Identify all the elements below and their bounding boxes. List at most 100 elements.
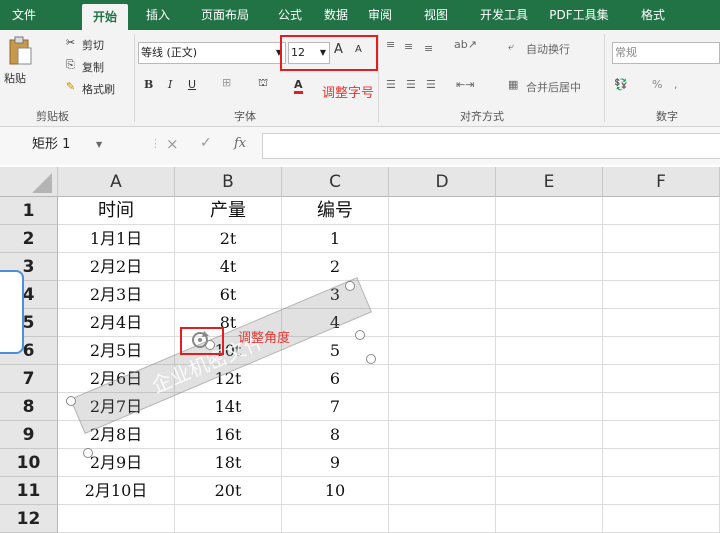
cell-a10[interactable]: 2月9日 bbox=[58, 449, 175, 477]
cell-e3[interactable] bbox=[496, 253, 603, 281]
cell-e11[interactable] bbox=[496, 477, 603, 505]
tab-review[interactable]: 审阅 bbox=[358, 0, 402, 30]
cell-c7[interactable]: 6 bbox=[282, 365, 389, 393]
cell-c10[interactable]: 9 bbox=[282, 449, 389, 477]
cell-a12[interactable] bbox=[58, 505, 175, 533]
column-header-f[interactable]: F bbox=[603, 167, 720, 197]
formula-input[interactable] bbox=[262, 133, 720, 159]
merge-center-button[interactable]: 合并后居中 bbox=[526, 79, 581, 95]
paste-button[interactable]: 粘贴 bbox=[4, 36, 36, 100]
cell-b12[interactable] bbox=[175, 505, 282, 533]
cell-f3[interactable] bbox=[603, 253, 720, 281]
column-header-d[interactable]: D bbox=[389, 167, 496, 197]
tab-file[interactable]: 文件 bbox=[0, 0, 48, 30]
wrap-text-button[interactable]: 自动换行 bbox=[526, 41, 570, 57]
underline-button[interactable]: U bbox=[188, 78, 196, 91]
cell-d9[interactable] bbox=[389, 421, 496, 449]
cell-e7[interactable] bbox=[496, 365, 603, 393]
cell-e4[interactable] bbox=[496, 281, 603, 309]
row-header[interactable]: 9 bbox=[0, 421, 58, 449]
row-header[interactable]: 11 bbox=[0, 477, 58, 505]
cell-e6[interactable] bbox=[496, 337, 603, 365]
tab-format[interactable]: 格式 bbox=[628, 0, 678, 30]
cell-f6[interactable] bbox=[603, 337, 720, 365]
cell-e12[interactable] bbox=[496, 505, 603, 533]
column-header-e[interactable]: E bbox=[496, 167, 603, 197]
resize-handle[interactable] bbox=[345, 281, 355, 291]
tab-developer[interactable]: 开发工具 bbox=[472, 0, 536, 30]
cell-c3[interactable]: 2 bbox=[282, 253, 389, 281]
cell-f5[interactable] bbox=[603, 309, 720, 337]
enter-icon[interactable]: ✓ bbox=[200, 135, 212, 151]
cell-c9[interactable]: 8 bbox=[282, 421, 389, 449]
copy-button[interactable]: 复制 bbox=[82, 59, 104, 75]
align-middle-icon[interactable]: ≡ bbox=[404, 40, 413, 53]
cell-a11[interactable]: 2月10日 bbox=[58, 477, 175, 505]
cell-d8[interactable] bbox=[389, 393, 496, 421]
cell-a4[interactable]: 2月3日 bbox=[58, 281, 175, 309]
cell-d10[interactable] bbox=[389, 449, 496, 477]
number-format-select[interactable]: 常规 bbox=[612, 42, 720, 64]
cell-f10[interactable] bbox=[603, 449, 720, 477]
font-color-icon[interactable]: A bbox=[294, 78, 303, 94]
align-right-icon[interactable]: ☰ bbox=[426, 78, 436, 91]
cell-c1[interactable]: 编号 bbox=[282, 197, 389, 225]
cell-b3[interactable]: 4t bbox=[175, 253, 282, 281]
cell-d12[interactable] bbox=[389, 505, 496, 533]
insert-function-icon[interactable]: fx bbox=[234, 136, 246, 151]
tab-page-layout[interactable]: 页面布局 bbox=[188, 0, 262, 30]
column-header-a[interactable]: A bbox=[58, 167, 175, 197]
cell-f9[interactable] bbox=[603, 421, 720, 449]
tab-formulas[interactable]: 公式 bbox=[268, 0, 312, 30]
row-header[interactable]: 7 bbox=[0, 365, 58, 393]
cell-d4[interactable] bbox=[389, 281, 496, 309]
cell-d1[interactable] bbox=[389, 197, 496, 225]
align-left-icon[interactable]: ☰ bbox=[386, 78, 396, 91]
align-center-icon[interactable]: ☰ bbox=[406, 78, 416, 91]
cell-b1[interactable]: 产量 bbox=[175, 197, 282, 225]
name-box[interactable]: 矩形 1 ▼ bbox=[28, 134, 132, 156]
row-header[interactable]: 8 bbox=[0, 393, 58, 421]
cell-f8[interactable] bbox=[603, 393, 720, 421]
cell-b10[interactable]: 18t bbox=[175, 449, 282, 477]
cell-d6[interactable] bbox=[389, 337, 496, 365]
cancel-icon[interactable]: × bbox=[166, 135, 179, 153]
cell-d7[interactable] bbox=[389, 365, 496, 393]
cell-a9[interactable]: 2月8日 bbox=[58, 421, 175, 449]
tab-data[interactable]: 数据 bbox=[314, 0, 358, 30]
resize-handle[interactable] bbox=[83, 448, 93, 458]
cell-b8[interactable]: 14t bbox=[175, 393, 282, 421]
tab-home[interactable]: 开始 bbox=[82, 4, 128, 30]
cell-d11[interactable] bbox=[389, 477, 496, 505]
cell-e8[interactable] bbox=[496, 393, 603, 421]
cell-b4[interactable]: 6t bbox=[175, 281, 282, 309]
cell-c8[interactable]: 7 bbox=[282, 393, 389, 421]
percent-button[interactable]: % bbox=[652, 78, 662, 91]
cell-a1[interactable]: 时间 bbox=[58, 197, 175, 225]
italic-button[interactable]: I bbox=[168, 78, 172, 91]
cell-c2[interactable]: 1 bbox=[282, 225, 389, 253]
comma-icon[interactable]: , bbox=[674, 78, 678, 91]
align-bottom-icon[interactable]: ≡ bbox=[424, 42, 433, 55]
row-header[interactable]: 2 bbox=[0, 225, 58, 253]
side-panel-tab[interactable] bbox=[0, 270, 24, 354]
cell-c12[interactable] bbox=[282, 505, 389, 533]
cell-a3[interactable]: 2月2日 bbox=[58, 253, 175, 281]
cell-e10[interactable] bbox=[496, 449, 603, 477]
cell-e9[interactable] bbox=[496, 421, 603, 449]
cell-e1[interactable] bbox=[496, 197, 603, 225]
format-painter-button[interactable]: 格式刷 bbox=[82, 81, 115, 97]
cell-e2[interactable] bbox=[496, 225, 603, 253]
rotate-icon[interactable] bbox=[190, 330, 210, 354]
row-header[interactable]: 1 bbox=[0, 197, 58, 225]
resize-handle[interactable] bbox=[355, 330, 365, 340]
cell-a5[interactable]: 2月4日 bbox=[58, 309, 175, 337]
bold-button[interactable]: B bbox=[144, 78, 153, 91]
indent-icon[interactable]: ⇤⇥ bbox=[456, 78, 474, 91]
cut-button[interactable]: 剪切 bbox=[82, 37, 104, 53]
cell-e5[interactable] bbox=[496, 309, 603, 337]
currency-icon[interactable]: 💱 bbox=[614, 78, 628, 91]
tab-insert[interactable]: 插入 bbox=[138, 0, 178, 30]
cell-c11[interactable]: 10 bbox=[282, 477, 389, 505]
align-top-icon[interactable]: ≡ bbox=[386, 38, 395, 51]
